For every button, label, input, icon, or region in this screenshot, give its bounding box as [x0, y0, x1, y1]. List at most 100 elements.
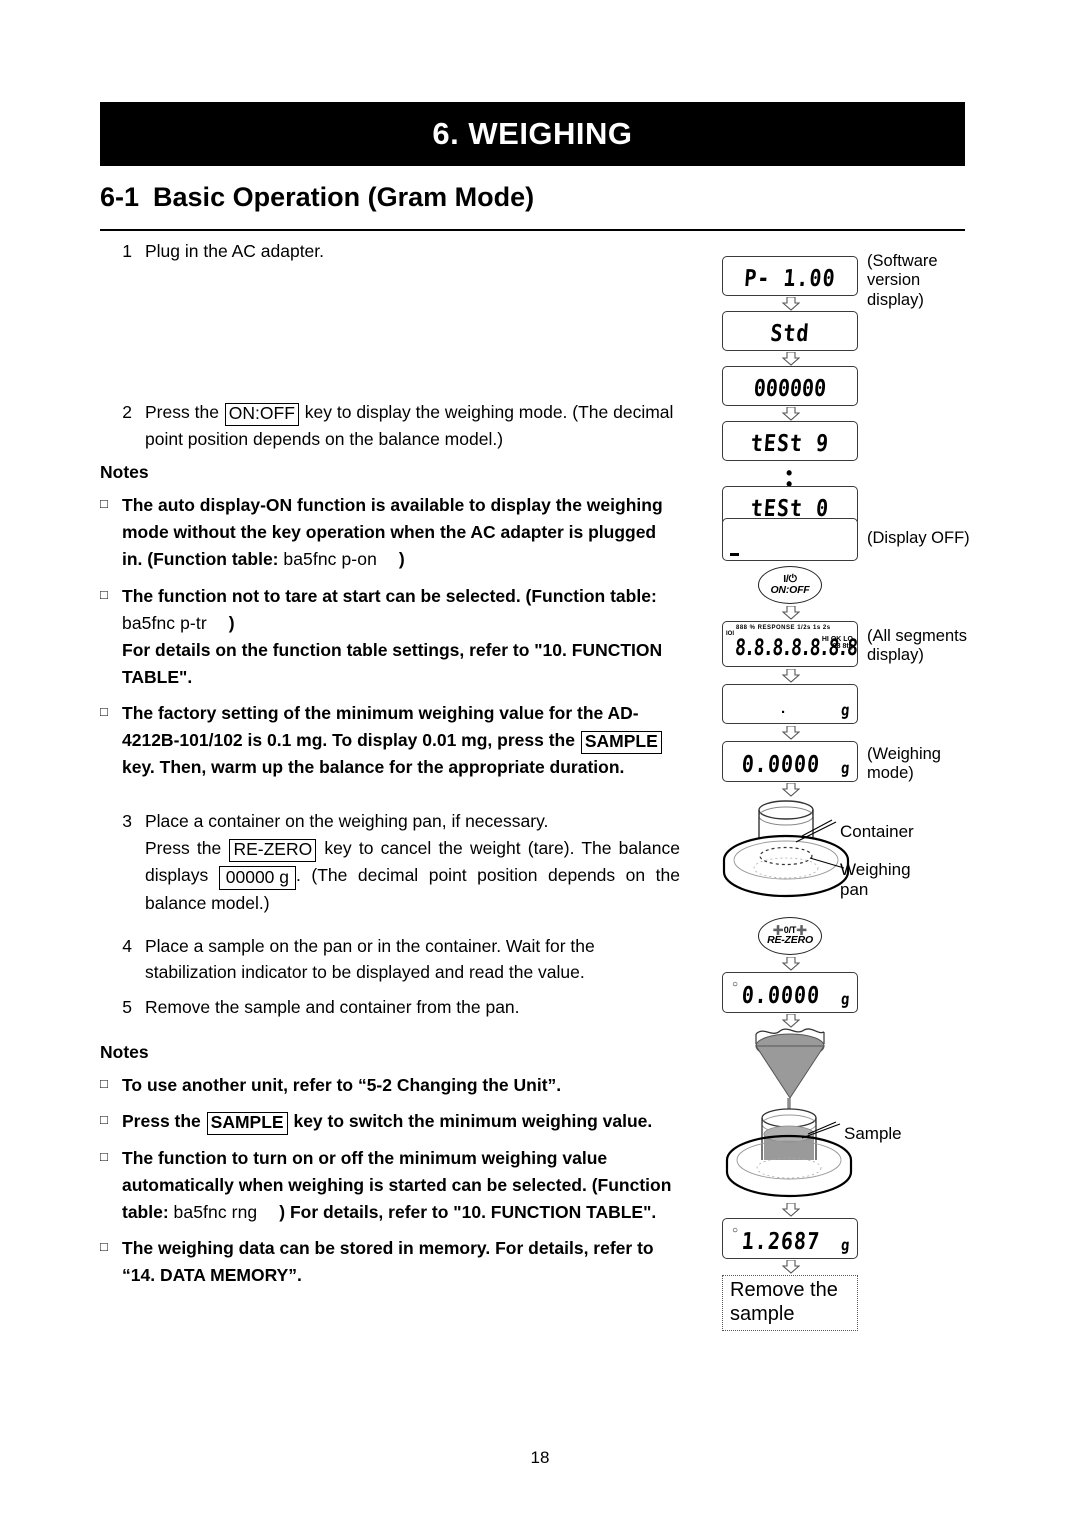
onoff-key-label: ON:OFF: [770, 584, 810, 596]
display-value-inline: 00000 g: [218, 865, 297, 890]
display-off-marker-icon: [730, 553, 739, 556]
page-number: 18: [530, 1448, 550, 1467]
all-segments-right-indicators: HI OK LO 88 8tg: [822, 636, 853, 651]
note-upper-3-b: key. Then, warm up the balance for the a…: [122, 757, 625, 778]
lcd-std-value: Std: [769, 319, 811, 347]
all-segments-unit-block: 88 8: [832, 643, 847, 651]
flow-arrow-icon: [782, 669, 800, 683]
lcd-rezero-result: ○ 0.0000 g: [722, 972, 858, 1013]
step-3-pre: Press the: [145, 837, 229, 858]
lcd-sample-weight-unit: g: [839, 1236, 850, 1256]
step-3-text: Place a container on the weighing pan, i…: [145, 808, 680, 916]
note-lower-2: □ Press the SAMPLE key to switch the min…: [100, 1108, 680, 1136]
lcd-sample-weight: ○ 1.2687 g: [722, 1218, 858, 1259]
onoff-key-button[interactable]: I/⏻ ON:OFF: [758, 566, 822, 604]
step-2-number: 2: [122, 401, 132, 422]
step-4-text: Place a sample on the pan or in the cont…: [145, 935, 595, 983]
notes-title-upper: Notes: [100, 462, 149, 483]
section-heading: 6-1 Basic Operation (Gram Mode): [100, 182, 534, 213]
step-2: 2 Press the ON:OFF key to display the we…: [100, 399, 680, 453]
lcd-rezero-unit: g: [839, 990, 850, 1010]
function-table-ref-p-on: ba5fnc p-on: [283, 549, 377, 570]
caption-all-segments: (All segments display): [867, 627, 967, 665]
note-lower-2-text: Press the SAMPLE key to switch the minim…: [122, 1108, 680, 1136]
note-bullet-icon: □: [100, 1076, 108, 1092]
step-1-number: 1: [122, 241, 132, 261]
step-3-line1: Place a container on the weighing pan, i…: [145, 811, 549, 832]
note-lower-4: □ The weighing data can be stored in mem…: [100, 1235, 680, 1289]
step-2-text: Press the ON:OFF key to display the weig…: [145, 399, 680, 453]
all-segments-left-indicators: IOI: [726, 631, 735, 637]
step-3-number: 3: [122, 811, 132, 832]
lcd-std: Std: [722, 311, 858, 351]
step-5-text: Remove the sample and container from the…: [145, 996, 520, 1017]
lcd-test-9-value: tESt 9: [749, 429, 831, 457]
flow-arrow-icon: [782, 783, 800, 797]
step-5-number: 5: [122, 996, 132, 1017]
rezero-key-button[interactable]: ➕0/T➕ RE-ZERO: [758, 917, 822, 955]
flow-arrow-icon: [782, 726, 800, 740]
function-table-ref-p-tr: ba5fnc p-tr: [122, 612, 207, 633]
note-upper-2: □ The function not to tare at start can …: [100, 583, 680, 692]
function-table-ref-rng: ba5fnc rng: [173, 1201, 258, 1222]
note-lower-1-text: To use another unit, refer to “5-2 Chang…: [122, 1075, 562, 1096]
instructions-column: 1 Plug in the AC adapter. 2 Press the ON…: [100, 234, 680, 1289]
lcd-weighing-mode: 0.0000 g: [722, 741, 858, 782]
step-5: 5 Remove the sample and container from t…: [100, 994, 680, 1021]
step-4-number: 4: [122, 935, 132, 956]
sample-key-inline[interactable]: SAMPLE: [580, 731, 662, 755]
step-3: 3 Place a container on the weighing pan,…: [100, 808, 680, 916]
flow-arrow-icon: [782, 407, 800, 421]
caption-weighing-mode: (Weighing mode): [867, 745, 941, 783]
notes-title-lower: Notes: [100, 1042, 149, 1063]
section-title: Basic Operation (Gram Mode): [153, 182, 535, 212]
lcd-rezero-value: 0.0000: [740, 981, 822, 1009]
step-4: 4 Place a sample on the pan or in the co…: [100, 933, 680, 986]
sample-pouring-illustration: [725, 1028, 853, 1198]
caption-weighing-pan: Weighing pan: [840, 860, 911, 900]
lcd-sample-weight-value: 1.2687: [740, 1227, 822, 1255]
sample-key-inline[interactable]: SAMPLE: [206, 1112, 288, 1136]
note-lower-1: □ To use another unit, refer to “5-2 Cha…: [100, 1072, 680, 1099]
note-upper-3: □ The factory setting of the minimum wei…: [100, 700, 680, 781]
remove-sample-box: Remove the sample: [722, 1275, 858, 1332]
note-upper-2-a: The function not to tare at start can be…: [122, 585, 657, 606]
chapter-banner: 6. WEIGHING: [100, 102, 965, 166]
note-upper-2-b: ): [228, 612, 235, 633]
note-upper-1-a: The auto display-ON function is availabl…: [122, 495, 663, 570]
all-segments-hi-ok-lo: HI OK LO: [821, 636, 853, 643]
rezero-key-inline[interactable]: RE-ZERO: [229, 838, 317, 862]
note-lower-3-b: ) For details, refer to "10. FUNCTION TA…: [279, 1201, 657, 1222]
note-lower-2-a: Press the: [122, 1111, 206, 1132]
caption-sample: Sample: [844, 1124, 902, 1143]
flow-diagram: P- 1.00 (Software version display) Std 0…: [700, 240, 1000, 1350]
all-segments-unit: tg: [846, 643, 853, 651]
lcd-software-version: P- 1.00: [722, 256, 858, 296]
flow-arrow-icon: [782, 1203, 800, 1217]
note-upper-3-text: The factory setting of the minimum weigh…: [122, 700, 680, 781]
lcd-all-segments: 888 % RESPONSE 1/2s 1s 2s IOI 8.8.8.8.8.…: [722, 621, 858, 667]
all-segments-top-indicators: 888 % RESPONSE 1/2s 1s 2s: [736, 625, 831, 631]
note-bullet-icon: □: [100, 1148, 108, 1164]
note-bullet-icon: □: [100, 1112, 108, 1128]
flow-arrow-icon: [782, 297, 800, 311]
lcd-blank-unit-label: g: [839, 701, 850, 721]
onoff-key-inline[interactable]: ON:OFF: [224, 402, 299, 426]
note-lower-4-text: The weighing data can be stored in memor…: [122, 1237, 654, 1286]
caption-container: Container: [840, 822, 914, 841]
lcd-zeros-value: 000000: [752, 374, 828, 402]
lcd-weighing-mode-value: 0.0000: [740, 750, 822, 778]
step-2-pre: Press the: [145, 401, 224, 422]
manual-page: 6. WEIGHING 6-1 Basic Operation (Gram Mod…: [0, 0, 1080, 1527]
spacer-after-step-1: [100, 265, 680, 393]
flow-arrow-icon: [782, 352, 800, 366]
lcd-blank-unit: . g: [722, 684, 858, 724]
heading-divider: [100, 229, 965, 231]
step-1-text: Plug in the AC adapter.: [145, 241, 325, 261]
lcd-weighing-mode-unit: g: [839, 759, 850, 779]
caption-software-version: (Software version display): [867, 252, 938, 309]
note-lower-2-b: key to switch the minimum weighing value…: [288, 1111, 653, 1132]
step-1: 1 Plug in the AC adapter.: [100, 238, 680, 265]
note-lower-3: □ The function to turn on or off the min…: [100, 1145, 680, 1226]
note-bullet-icon: □: [100, 704, 108, 719]
